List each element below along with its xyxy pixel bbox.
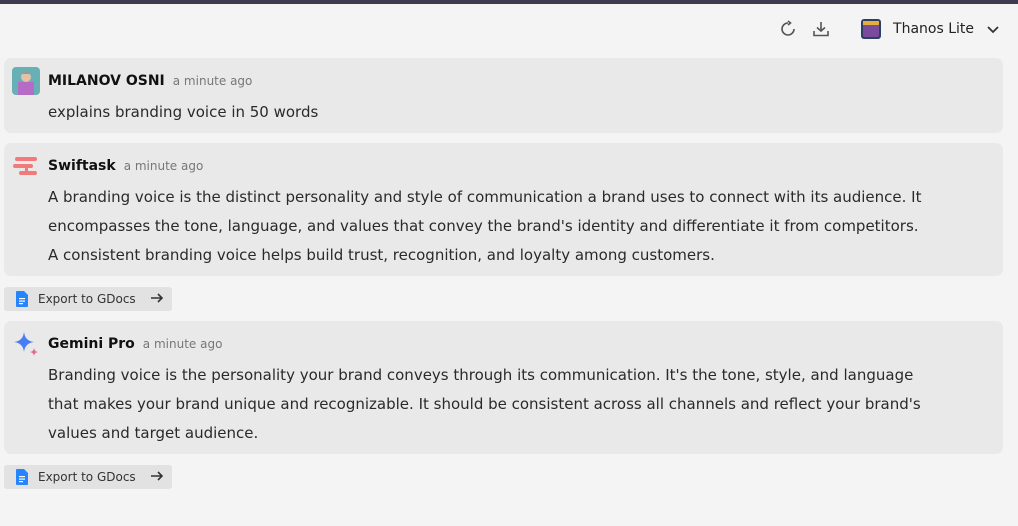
message-card-user: MILANOV OSNI a minute ago explains brand… <box>4 58 1003 133</box>
toolbar: Thanos Lite <box>766 16 1000 42</box>
model-selector[interactable]: Thanos Lite <box>860 18 1000 40</box>
message-author: Swiftask <box>48 158 116 174</box>
gemini-logo-icon <box>12 330 40 358</box>
arrow-right-icon <box>150 291 164 305</box>
message-card-swiftask: Swiftask a minute ago A branding voice i… <box>4 143 1003 276</box>
model-name: Thanos Lite <box>893 21 974 37</box>
message-card-gemini: Gemini Pro a minute ago Branding voice i… <box>4 321 1003 454</box>
export-to-gdocs-button[interactable]: Export to GDocs <box>4 465 172 489</box>
swiftask-logo-icon <box>12 152 40 180</box>
message-time: a minute ago <box>172 74 253 88</box>
message-time: a minute ago <box>142 337 223 351</box>
arrow-right-icon <box>150 469 164 483</box>
export-label: Export to GDocs <box>38 292 136 306</box>
top-strip <box>0 0 1018 4</box>
message-time: a minute ago <box>123 159 204 173</box>
message-text: explains branding voice in 50 words <box>48 103 319 121</box>
export-label: Export to GDocs <box>38 470 136 484</box>
chevron-down-icon <box>987 26 999 34</box>
gdocs-icon <box>16 291 28 307</box>
user-avatar <box>12 67 40 95</box>
refresh-icon[interactable] <box>777 18 799 40</box>
message-author: MILANOV OSNI <box>48 73 165 89</box>
download-icon[interactable] <box>810 18 832 40</box>
message-author: Gemini Pro <box>48 336 135 352</box>
export-to-gdocs-button[interactable]: Export to GDocs <box>4 287 172 311</box>
message-text: Branding voice is the personality your b… <box>48 366 921 442</box>
gdocs-icon <box>16 469 28 485</box>
model-avatar <box>861 19 882 39</box>
message-text: A branding voice is the distinct persona… <box>48 188 922 264</box>
